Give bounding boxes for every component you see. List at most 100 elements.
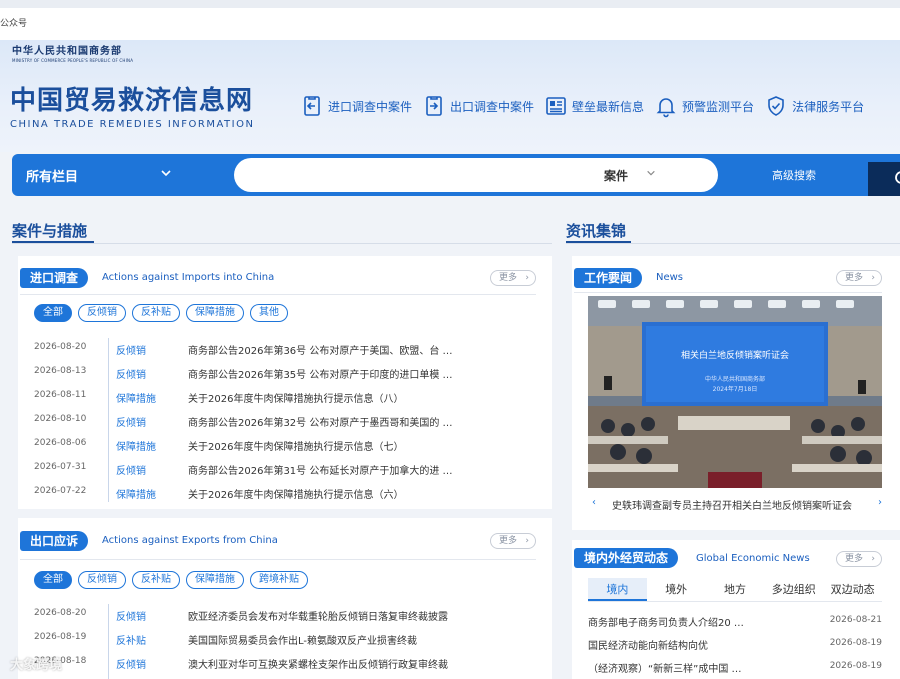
search-type-select[interactable]: 案件 bbox=[604, 167, 628, 184]
divider bbox=[12, 243, 552, 244]
table-row[interactable]: 2026-07-31 反倾销 商务部公告2026年第31号 公布延长对原产于加拿大的… bbox=[34, 460, 464, 478]
import-more-button[interactable]: 更多 › bbox=[490, 270, 536, 286]
export-more-button[interactable]: 更多 › bbox=[490, 533, 536, 549]
row-date: 2026-08-10 bbox=[34, 414, 87, 424]
table-row[interactable]: 2026-08-20 反倾销 欧亚经济委员会发布对华载重轮胎反倾销日落复审终裁披露 bbox=[34, 606, 464, 624]
row-date: 2026-08-13 bbox=[34, 366, 87, 376]
news-date: 2026-08-19 bbox=[829, 661, 882, 671]
shield-check-icon bbox=[768, 96, 784, 116]
search-button[interactable] bbox=[868, 162, 900, 196]
tab-bilateral[interactable]: 双边动态 bbox=[823, 578, 882, 601]
prev-arrow-icon[interactable]: ‹ bbox=[592, 497, 596, 508]
filter-antidumping[interactable]: 反倾销 bbox=[78, 304, 126, 322]
quick-link-warning-platform[interactable]: 预警监测平台 bbox=[654, 92, 754, 120]
row-date: 2026-08-19 bbox=[34, 632, 87, 642]
row-title[interactable]: 澳大利亚对华可互换夹紧螺栓支架作出反倾销行政复审终裁 bbox=[188, 656, 464, 671]
next-arrow-icon[interactable]: › bbox=[878, 497, 882, 508]
row-title[interactable]: 欧亚经济委员会发布对华载重轮胎反倾销日落复审终裁披露 bbox=[188, 608, 464, 623]
row-date: 2026-07-22 bbox=[34, 486, 87, 496]
cases-section-title: 案件与措施 bbox=[12, 222, 88, 240]
filter-countervailing[interactable]: 反补贴 bbox=[132, 571, 180, 589]
photo-screen-date: 2024年7月18日 bbox=[712, 386, 758, 393]
more-label: 更多 bbox=[499, 273, 518, 283]
chevron-right-icon: › bbox=[871, 554, 875, 564]
tab-overseas[interactable]: 境外 bbox=[647, 578, 706, 601]
quick-link-barrier-news[interactable]: 壁垒最新信息 bbox=[544, 92, 644, 120]
row-title[interactable]: 商务部公告2026年第32号 公布对原产于墨西哥和美国的 … bbox=[188, 414, 464, 429]
news-title[interactable]: 国民经济动能向新结构向优 bbox=[588, 637, 708, 652]
chevron-down-icon[interactable] bbox=[646, 168, 656, 178]
ministry-logo[interactable]: 中华人民共和国商务部 MINISTRY OF COMMERCE PEOPLE'S… bbox=[12, 42, 133, 63]
filter-countervailing[interactable]: 反补贴 bbox=[132, 304, 180, 322]
row-title[interactable]: 商务部公告2026年第36号 公布对原产于美国、欧盟、台 … bbox=[188, 342, 464, 357]
row-title[interactable]: 关于2026年度牛肉保障措施执行提示信息（八） bbox=[188, 390, 464, 405]
table-row[interactable]: 2026-08-19 反补贴 美国国际贸易委员会作出L-赖氨酸双反产业损害终裁 bbox=[34, 630, 464, 648]
row-type: 反倾销 bbox=[116, 370, 146, 381]
export-card-subtitle: Actions against Exports from China bbox=[102, 535, 278, 546]
tab-domestic[interactable]: 境内 bbox=[588, 578, 647, 601]
news-date: 2026-08-21 bbox=[829, 615, 882, 625]
row-title[interactable]: 关于2026年度牛肉保障措施执行提示信息（六） bbox=[188, 486, 464, 501]
category-select[interactable]: 所有栏目 bbox=[26, 166, 78, 185]
filter-other[interactable]: 其他 bbox=[250, 304, 288, 322]
site-subtitle: CHINA TRADE REMEDIES INFORMATION bbox=[10, 119, 255, 130]
filter-all[interactable]: 全部 bbox=[34, 304, 72, 322]
row-title[interactable]: 商务部公告2026年第31号 公布延长对原产于加拿大的进 … bbox=[188, 462, 464, 477]
row-type: 反倾销 bbox=[116, 466, 146, 477]
row-date: 2026-08-20 bbox=[34, 342, 87, 352]
table-row[interactable]: 2026-08-11 保障措施 关于2026年度牛肉保障措施执行提示信息（八） bbox=[34, 388, 464, 406]
list-item[interactable]: 商务部电子商务司负责人介绍20 … 2026-08-21 bbox=[588, 612, 882, 630]
photo-screen-title: 相关白兰地反倾销案听证会 bbox=[680, 351, 789, 361]
news-card-subtitle: News bbox=[656, 272, 684, 283]
news-title[interactable]: （经济观察）“新新三样”成中国 … bbox=[588, 660, 742, 675]
row-title[interactable]: 商务部公告2026年第35号 公布对原产于印度的进口单模 … bbox=[188, 366, 464, 381]
quick-link-export-cases[interactable]: 出口调查中案件 bbox=[422, 92, 534, 120]
watermark: 大象跨境 bbox=[10, 658, 63, 673]
filter-cross-border-subsidy[interactable]: 跨境补贴 bbox=[250, 571, 308, 589]
export-filters: 全部 反倾销 反补贴 保障措施 跨境补贴 bbox=[34, 571, 308, 589]
news-card-tag: 工作要闻 bbox=[574, 268, 643, 288]
row-type: 反补贴 bbox=[116, 636, 146, 647]
row-date: 2026-08-11 bbox=[34, 390, 87, 400]
export-card-tag: 出口应诉 bbox=[20, 531, 89, 551]
search-bar: 所有栏目 案件 高级搜索 bbox=[12, 154, 900, 196]
ministry-name-en: MINISTRY OF COMMERCE PEOPLE'S REPUBLIC O… bbox=[12, 58, 134, 63]
row-type: 保障措施 bbox=[116, 394, 156, 405]
news-title[interactable]: 商务部电子商务司负责人介绍20 … bbox=[588, 614, 744, 629]
import-doc-icon bbox=[304, 96, 320, 116]
caption-text[interactable]: 史轶玮调查副专员主持召开相关白兰地反倾销案听证会 bbox=[612, 497, 852, 512]
trade-more-button[interactable]: 更多 › bbox=[836, 551, 882, 567]
filter-safeguard[interactable]: 保障措施 bbox=[186, 571, 244, 589]
filter-all[interactable]: 全部 bbox=[34, 571, 72, 589]
list-item[interactable]: 国民经济动能向新结构向优 2026-08-19 bbox=[588, 635, 882, 653]
table-row[interactable]: 2026-07-22 保障措施 关于2026年度牛肉保障措施执行提示信息（六） bbox=[34, 484, 464, 502]
row-title[interactable]: 关于2026年度牛肉保障措施执行提示信息（七） bbox=[188, 438, 464, 453]
table-row[interactable]: 2026-08-06 保障措施 关于2026年度牛肉保障措施执行提示信息（七） bbox=[34, 436, 464, 454]
table-row[interactable]: 2026-08-10 反倾销 商务部公告2026年第32号 公布对原产于墨西哥和美国… bbox=[34, 412, 464, 430]
filter-safeguard[interactable]: 保障措施 bbox=[186, 304, 244, 322]
row-type: 反倾销 bbox=[116, 418, 146, 429]
news-section-title: 资讯集锦 bbox=[566, 222, 627, 240]
search-input[interactable] bbox=[250, 165, 590, 185]
row-title[interactable]: 美国国际贸易委员会作出L-赖氨酸双反产业损害终裁 bbox=[188, 632, 464, 647]
tab-local[interactable]: 地方 bbox=[706, 578, 765, 601]
row-date: 2026-08-20 bbox=[34, 608, 87, 618]
list-item[interactable]: （经济观察）“新新三样”成中国 … 2026-08-19 bbox=[588, 658, 882, 676]
export-doc-icon bbox=[426, 96, 442, 116]
table-row[interactable]: 2026-08-20 反倾销 商务部公告2026年第36号 公布对原产于美国、欧盟、… bbox=[34, 340, 464, 358]
site-brand[interactable]: 中国贸易救济信息网 CHINA TRADE REMEDIES INFORMATI… bbox=[10, 86, 254, 130]
quick-link-legal-platform[interactable]: 法律服务平台 bbox=[764, 92, 864, 120]
more-label: 更多 bbox=[499, 536, 518, 546]
tab-multilateral[interactable]: 多边组织 bbox=[764, 578, 823, 601]
filter-antidumping[interactable]: 反倾销 bbox=[78, 571, 126, 589]
news-photo[interactable]: 相关白兰地反倾销案听证会 中华人民共和国商务部 2024年7月18日 bbox=[588, 296, 882, 488]
table-row[interactable]: 2026-08-18 反倾销 澳大利亚对华可互换夹紧螺栓支架作出反倾销行政复审终裁 bbox=[34, 654, 464, 672]
divider bbox=[574, 292, 882, 293]
news-more-button[interactable]: 更多 › bbox=[836, 270, 882, 286]
chevron-down-icon[interactable] bbox=[160, 167, 172, 179]
news-date: 2026-08-19 bbox=[829, 638, 882, 648]
table-row[interactable]: 2026-08-13 反倾销 商务部公告2026年第35号 公布对原产于印度的进口单… bbox=[34, 364, 464, 382]
advanced-search-link[interactable]: 高级搜索 bbox=[772, 167, 816, 183]
row-date: 2026-07-31 bbox=[34, 462, 87, 472]
quick-link-import-cases[interactable]: 进口调查中案件 bbox=[300, 92, 412, 120]
